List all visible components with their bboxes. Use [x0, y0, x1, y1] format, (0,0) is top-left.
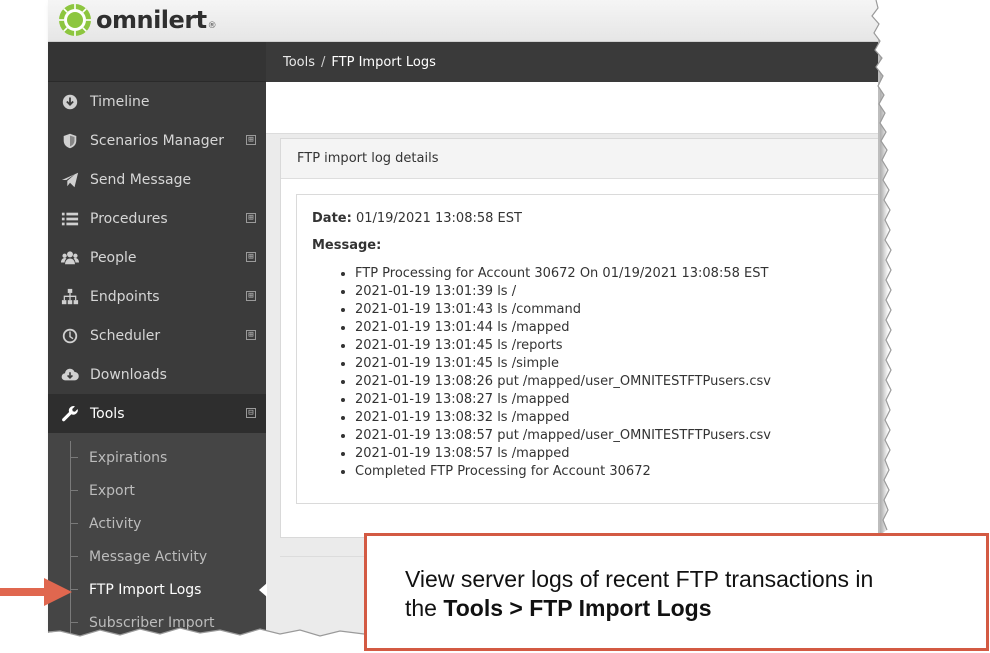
sidebar-item-label: Procedures — [90, 210, 168, 227]
submenu-item-label: Subscriber Import — [89, 614, 215, 631]
log-line: FTP Processing for Account 30672 On 01/1… — [355, 265, 878, 283]
callout-text-line1: View server logs of recent FTP transacti… — [405, 566, 874, 592]
expand-icon[interactable]: ⊞ — [246, 291, 256, 301]
log-line: 2021-01-19 13:08:32 ls /mapped — [355, 409, 878, 427]
submenu-item-ftp-import-logs[interactable]: FTP Import Logs — [48, 573, 267, 606]
paper-plane-icon — [60, 170, 80, 190]
submenu-item-message-activity[interactable]: Message Activity — [48, 540, 266, 573]
sidebar-item-label: Scenarios Manager — [90, 132, 224, 149]
page-toolbar-area — [266, 82, 878, 134]
annotation-callout: View server logs of recent FTP transacti… — [364, 533, 989, 651]
sidebar-item-people[interactable]: People ⊞ — [48, 238, 266, 277]
log-line: 2021-01-19 13:01:44 ls /mapped — [355, 319, 878, 337]
list-icon — [60, 209, 80, 229]
breadcrumb-tools[interactable]: Tools — [283, 55, 315, 70]
omnilert-logo[interactable]: omnilert ® — [58, 2, 217, 38]
callout-text-bold: Tools > FTP Import Logs — [443, 595, 712, 621]
sidebar-item-label: Timeline — [90, 93, 150, 110]
sidebar-item-procedures[interactable]: Procedures ⊞ — [48, 199, 266, 238]
sidebar-item-label: Tools — [90, 405, 125, 422]
breadcrumb: Tools / FTP Import Logs — [266, 42, 878, 82]
omnilert-logo-icon — [59, 4, 91, 36]
wrench-icon — [60, 404, 80, 424]
submenu-item-activity[interactable]: Activity — [48, 507, 266, 540]
sitemap-icon — [60, 287, 80, 307]
sidebar-item-endpoints[interactable]: Endpoints ⊞ — [48, 277, 266, 316]
callout-text-prefix: the — [405, 595, 444, 621]
clock-icon — [60, 326, 80, 346]
expand-icon[interactable]: ⊞ — [246, 213, 256, 223]
sidebar-item-downloads[interactable]: Downloads — [48, 355, 266, 394]
submenu-item-label: Activity — [89, 515, 142, 532]
sidebar-item-label: Scheduler — [90, 327, 161, 344]
log-details-panel: FTP import log details Date: 01/19/2021 … — [280, 138, 878, 538]
collapse-icon[interactable]: ⊟ — [246, 408, 256, 418]
sidebar-item-label: Downloads — [90, 366, 167, 383]
log-lines-list: FTP Processing for Account 30672 On 01/1… — [312, 265, 878, 481]
log-entry-box: Date: 01/19/2021 13:08:58 EST Message: F… — [296, 194, 878, 504]
log-line: 2021-01-19 13:08:57 ls /mapped — [355, 445, 878, 463]
log-line: 2021-01-19 13:01:45 ls /reports — [355, 337, 878, 355]
pointer-arrow-icon — [0, 578, 72, 606]
log-line: 2021-01-19 13:01:39 ls / — [355, 283, 878, 301]
date-label: Date: — [312, 211, 352, 226]
tools-submenu: Expirations Export Activity Message Acti… — [48, 433, 267, 640]
date-value: 01/19/2021 13:08:58 EST — [355, 211, 522, 226]
top-bar: omnilert ® — [48, 0, 878, 42]
sidebar-item-tools[interactable]: Tools ⊟ — [48, 394, 266, 433]
current-page-caret-icon — [259, 583, 267, 597]
submenu-item-subscriber-import[interactable]: Subscriber Import — [48, 606, 266, 639]
cloud-download-icon — [60, 365, 80, 385]
submenu-item-label: Export — [89, 482, 135, 499]
breadcrumb-separator: / — [321, 54, 326, 70]
message-label: Message: — [312, 238, 382, 253]
log-line: 2021-01-19 13:08:27 ls /mapped — [355, 391, 878, 409]
expand-icon[interactable]: ⊞ — [246, 252, 256, 262]
download-circle-icon — [60, 92, 80, 112]
breadcrumb-current: FTP Import Logs — [331, 54, 436, 70]
logo-registered-mark: ® — [207, 21, 217, 31]
logo-text: omnilert — [96, 6, 207, 34]
sidebar-item-timeline[interactable]: Timeline — [48, 82, 266, 121]
people-icon — [60, 248, 80, 268]
sidebar-item-scheduler[interactable]: Scheduler ⊞ — [48, 316, 266, 355]
sidebar-header — [48, 42, 266, 82]
sidebar-item-scenarios-manager[interactable]: Scenarios Manager ⊞ — [48, 121, 266, 160]
submenu-item-label: FTP Import Logs — [89, 581, 202, 598]
expand-icon[interactable]: ⊞ — [246, 330, 256, 340]
sidebar-item-send-message[interactable]: Send Message — [48, 160, 266, 199]
log-line: 2021-01-19 13:08:57 put /mapped/user_OMN… — [355, 427, 878, 445]
log-line: Completed FTP Processing for Account 306… — [355, 463, 878, 481]
submenu-item-expirations[interactable]: Expirations — [48, 441, 266, 474]
log-line: 2021-01-19 13:08:26 put /mapped/user_OMN… — [355, 373, 878, 391]
log-line: 2021-01-19 13:01:45 ls /simple — [355, 355, 878, 373]
panel-heading: FTP import log details — [281, 139, 878, 179]
sidebar-item-label: People — [90, 249, 137, 266]
sidebar: Timeline Scenarios Manager ⊞ Send Messag… — [48, 42, 267, 640]
submenu-item-export[interactable]: Export — [48, 474, 266, 507]
shield-icon — [60, 131, 80, 151]
expand-icon[interactable]: ⊞ — [246, 135, 256, 145]
log-line: 2021-01-19 13:01:43 ls /command — [355, 301, 878, 319]
submenu-item-label: Message Activity — [89, 548, 208, 565]
sidebar-item-label: Send Message — [90, 171, 192, 188]
submenu-item-label: Expirations — [89, 449, 168, 466]
sidebar-item-label: Endpoints — [90, 288, 160, 305]
log-date: Date: 01/19/2021 13:08:58 EST — [312, 211, 878, 229]
